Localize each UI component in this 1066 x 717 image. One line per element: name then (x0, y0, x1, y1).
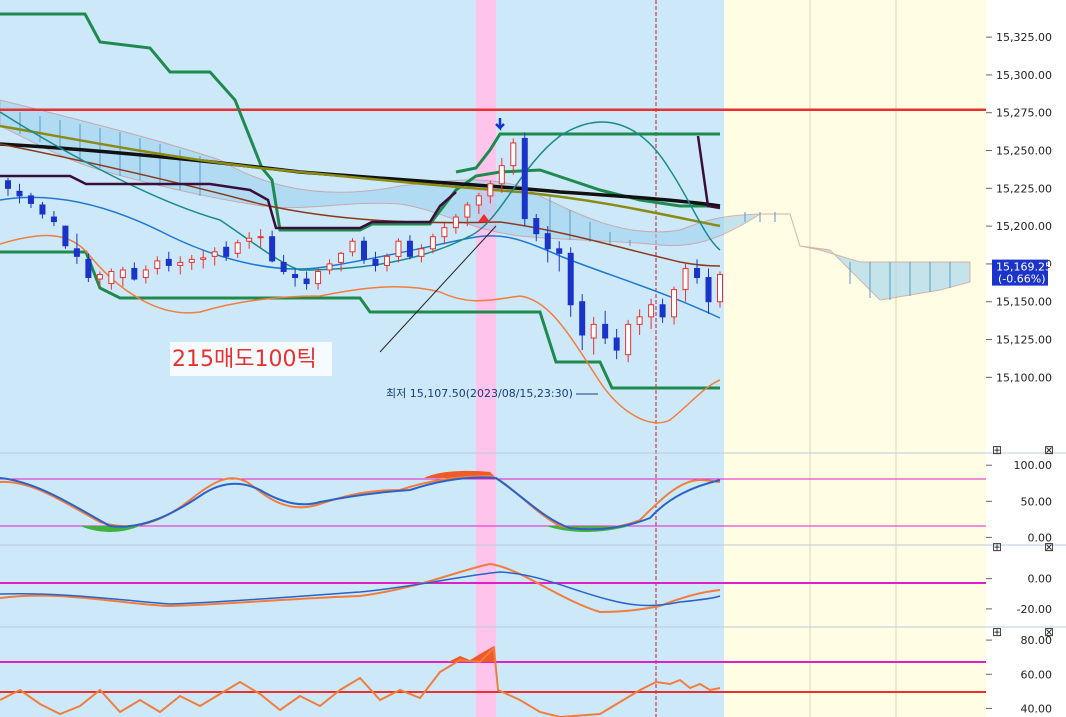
axis-tick-label: 15,225.00 (996, 182, 1052, 195)
axis-tick-label: 0.00 (1028, 573, 1053, 586)
candle (475, 195, 482, 206)
candle (96, 274, 103, 280)
candle (590, 323, 597, 339)
stock-chart[interactable]: 215매도100틱 최저 15,107.50(2023/08/15,23:30)… (0, 0, 1066, 717)
candle (165, 258, 172, 266)
candle (441, 227, 448, 238)
candle (108, 270, 115, 285)
candle (269, 236, 276, 262)
axis-tick-label: 15,300.00 (996, 69, 1052, 82)
candle (429, 236, 436, 250)
axis-tick-label: 50.00 (1021, 495, 1053, 508)
candle (292, 274, 299, 279)
plot-area-background (0, 0, 724, 717)
candle (142, 269, 149, 279)
candle (556, 248, 563, 254)
candle (510, 142, 517, 167)
candle (671, 289, 678, 318)
candle (62, 225, 69, 247)
candle (682, 267, 689, 291)
candle (636, 316, 643, 325)
candle (326, 263, 333, 271)
candle (119, 269, 126, 279)
low-price-label: 최저 15,107.50(2023/08/15,23:30) (386, 387, 573, 400)
candle (223, 246, 230, 257)
candle (694, 267, 701, 279)
candle (533, 218, 540, 235)
candle (717, 274, 723, 303)
candle (418, 248, 425, 257)
panel-menu-icon[interactable]: ⊞ (992, 443, 1002, 457)
candle (349, 240, 356, 253)
candle (361, 240, 367, 260)
candle (395, 240, 402, 257)
candle (498, 165, 505, 185)
candle (131, 267, 138, 280)
candle (383, 255, 390, 266)
candle (315, 270, 322, 285)
candle (613, 337, 620, 351)
candle (625, 323, 632, 356)
panel-close-icon[interactable]: ⊠ (1044, 625, 1054, 639)
current-change-label: (-0.66%) (998, 273, 1046, 286)
candle (16, 190, 23, 197)
current-price-tag: 15,169.25 (-0.66%) (992, 259, 1052, 286)
axis-tick-label: 15,250.00 (996, 145, 1052, 158)
candle (188, 258, 195, 263)
candle (200, 257, 207, 260)
panel-close-icon[interactable]: ⊠ (1044, 540, 1054, 554)
candle (211, 251, 218, 257)
candle (372, 258, 379, 266)
axis-tick-label: 100.00 (1014, 459, 1053, 472)
axis-tick-label: 15,150.00 (996, 296, 1052, 309)
candle (73, 248, 80, 257)
candle (659, 304, 666, 318)
candle (648, 304, 655, 318)
axis-tick-label: 40.00 (1021, 702, 1053, 715)
axis-tick-label: 15,100.00 (996, 371, 1052, 384)
candle (177, 261, 184, 266)
panel-close-icon[interactable]: ⊠ (1044, 443, 1054, 457)
candle (602, 323, 609, 339)
candle (85, 258, 92, 279)
candle (280, 261, 287, 272)
axis-tick-label: 15,200.00 (996, 220, 1052, 233)
candle (406, 240, 413, 257)
axis-tick-label: 60.00 (1021, 668, 1053, 681)
candle (39, 204, 46, 215)
candle (5, 180, 11, 189)
candle (521, 137, 528, 220)
candle (234, 242, 241, 254)
candle (338, 252, 345, 263)
candle (154, 260, 161, 269)
candle (544, 233, 551, 250)
highlight-column (476, 0, 496, 717)
candle (50, 216, 57, 223)
candle (27, 195, 34, 204)
axis-tick-label: 15,275.00 (996, 107, 1052, 120)
trade-annotation: 215매도100틱 (172, 347, 317, 372)
candle (567, 252, 574, 306)
panel-menu-icon[interactable]: ⊞ (992, 625, 1002, 639)
panel-menu-icon[interactable]: ⊞ (992, 540, 1002, 554)
candle (246, 237, 253, 242)
axis-tick-label: -20.00 (1017, 603, 1052, 616)
candle (452, 216, 459, 229)
future-area-background (724, 0, 986, 717)
candle (487, 183, 494, 197)
candle (257, 236, 264, 239)
candle (579, 301, 586, 336)
candle (464, 204, 471, 218)
candle (705, 277, 712, 303)
axis-tick-label: 15,125.00 (996, 334, 1052, 347)
candle (303, 278, 310, 285)
axis-tick-label: 15,325.00 (996, 31, 1052, 44)
